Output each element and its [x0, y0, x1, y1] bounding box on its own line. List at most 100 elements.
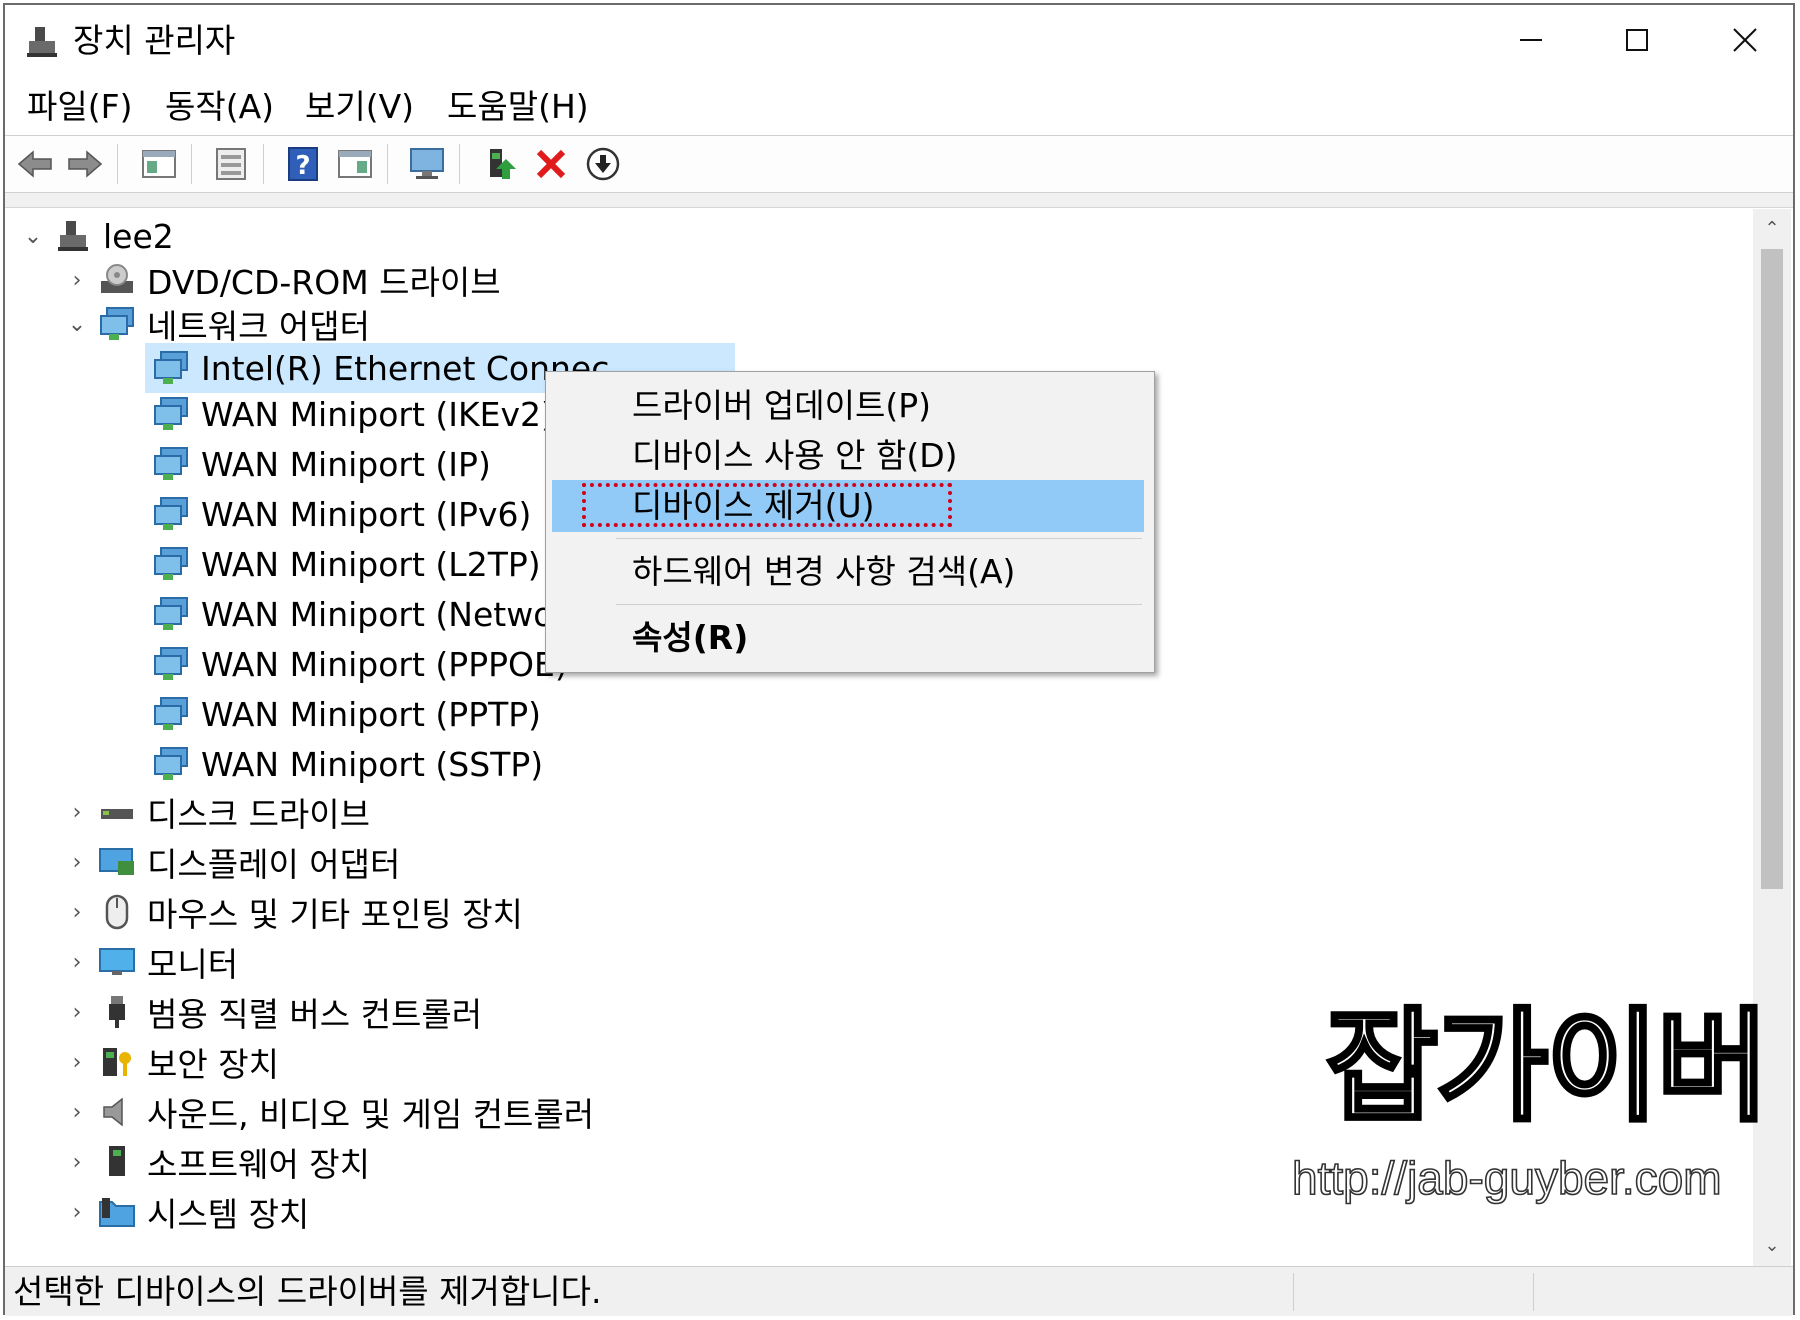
chevron-down-icon[interactable]: ⌄ — [19, 224, 47, 249]
security-key-icon — [97, 1042, 137, 1082]
tree-item-label: WAN Miniport (IKEv2) — [201, 394, 554, 434]
disk-drive-icon — [97, 792, 137, 832]
status-text: 선택한 디바이스의 드라이버를 제거합니다. — [13, 1272, 602, 1311]
tree-item-software-devices[interactable]: › 소프트웨어 장치 — [63, 1137, 370, 1187]
chevron-right-icon[interactable]: › — [63, 1200, 91, 1225]
scroll-down-arrow-icon[interactable]: ⌄ — [1753, 1226, 1791, 1266]
tree-item-wan-l2tp[interactable]: WAN Miniport (L2TP) — [145, 539, 541, 589]
tree-item-security-devices[interactable]: › 보안 장치 — [63, 1037, 279, 1087]
tree-item-label: 네트워크 어댑터 — [147, 307, 371, 346]
network-adapter-icon — [151, 494, 191, 534]
network-adapter-icon — [151, 594, 191, 634]
tree-item-wan-ip[interactable]: WAN Miniport (IP) — [145, 439, 491, 489]
menu-help[interactable]: 도움말(H) — [447, 85, 589, 129]
watermark-url: http://jab-guyber.com — [1291, 1151, 1722, 1205]
chevron-right-icon[interactable]: › — [63, 800, 91, 825]
menu-uninstall-device[interactable]: 디바이스 제거(U) — [552, 480, 1144, 532]
usb-icon — [97, 992, 137, 1032]
menu-view[interactable]: 보기(V) — [305, 85, 414, 129]
tree-item-dvd[interactable]: › DVD/CD-ROM 드라이브 — [63, 255, 501, 305]
tree-item-label: WAN Miniport (PPTP) — [201, 694, 542, 734]
chevron-right-icon[interactable]: › — [63, 1050, 91, 1075]
computer-icon — [53, 216, 93, 256]
uninstall-x-icon[interactable] — [531, 144, 571, 184]
speaker-icon — [97, 1092, 137, 1132]
tree-item-display-adapters[interactable]: › 디스플레이 어댑터 — [63, 837, 401, 887]
chevron-down-icon[interactable]: ⌄ — [63, 312, 91, 337]
tree-item-wan-sstp[interactable]: WAN Miniport (SSTP) — [145, 739, 543, 789]
tree-item-label: WAN Miniport (PPPOE) — [201, 644, 568, 684]
tree-item-label: 모니터 — [147, 945, 239, 984]
software-device-icon — [97, 1142, 137, 1182]
network-adapter-icon — [151, 348, 191, 388]
scroll-up-arrow-icon[interactable]: ⌃ — [1753, 209, 1791, 249]
chevron-right-icon[interactable]: › — [63, 268, 91, 293]
tree-item-wan-ikev2[interactable]: WAN Miniport (IKEv2) — [145, 389, 554, 439]
tree-root[interactable]: ⌄ lee2 — [19, 211, 174, 261]
chevron-right-icon[interactable]: › — [63, 1150, 91, 1175]
menu-file[interactable]: 파일(F) — [27, 85, 132, 129]
show-hide-console-tree-icon[interactable] — [139, 144, 179, 184]
tree-item-network-adapters[interactable]: ⌄ 네트워크 어댑터 — [63, 299, 370, 349]
status-separator — [1533, 1273, 1534, 1311]
window-title: 장치 관리자 — [73, 21, 236, 60]
tree-item-label: 시스템 장치 — [147, 1195, 310, 1234]
tree-item-label: 소프트웨어 장치 — [147, 1145, 371, 1184]
toolbar: ? — [5, 135, 1793, 193]
network-adapter-icon — [151, 694, 191, 734]
maximize-button[interactable] — [1611, 19, 1663, 65]
network-adapter-icon — [151, 644, 191, 684]
update-driver-icon[interactable] — [481, 144, 521, 184]
menu-update-driver[interactable]: 드라이버 업데이트(P) — [552, 380, 1144, 432]
forward-arrow-icon[interactable] — [65, 144, 105, 184]
minimize-button[interactable] — [1505, 19, 1557, 65]
dvd-drive-icon — [97, 260, 137, 300]
close-button[interactable] — [1719, 19, 1771, 65]
tree-item-label: 사운드, 비디오 및 게임 컨트롤러 — [147, 1095, 595, 1134]
chevron-right-icon[interactable]: › — [63, 900, 91, 925]
monitor-scan-icon[interactable] — [407, 144, 447, 184]
toolbar-separator — [191, 144, 192, 184]
menu-bar: 파일(F) 동작(A) 보기(V) 도움말(H) — [5, 77, 1793, 135]
download-driver-icon[interactable] — [583, 144, 623, 184]
toolbar-separator — [117, 144, 118, 184]
svg-text:?: ? — [295, 151, 310, 181]
menu-disable-device[interactable]: 디바이스 사용 안 함(D) — [552, 430, 1144, 482]
action-pane-icon[interactable] — [335, 144, 375, 184]
tree-item-label: 디스크 드라이브 — [147, 795, 371, 834]
highlight-dotted-box — [582, 483, 952, 527]
tree-item-sound[interactable]: › 사운드, 비디오 및 게임 컨트롤러 — [63, 1087, 595, 1137]
tree-item-mice[interactable]: › 마우스 및 기타 포인팅 장치 — [63, 887, 523, 937]
scrollbar-thumb[interactable] — [1761, 249, 1783, 889]
mouse-icon — [97, 892, 137, 932]
menu-properties[interactable]: 속성(R) — [552, 612, 1144, 664]
tree-item-usb-controllers[interactable]: › 범용 직렬 버스 컨트롤러 — [63, 987, 482, 1037]
network-adapter-icon — [151, 394, 191, 434]
network-adapter-icon — [151, 444, 191, 484]
back-arrow-icon[interactable] — [15, 144, 55, 184]
tree-item-wan-pptp[interactable]: WAN Miniport (PPTP) — [145, 689, 541, 739]
tree-item-monitors[interactable]: › 모니터 — [63, 937, 239, 987]
toolbar-separator — [459, 144, 460, 184]
network-adapter-icon — [151, 544, 191, 584]
menu-action[interactable]: 동작(A) — [165, 85, 274, 129]
chevron-right-icon[interactable]: › — [63, 1100, 91, 1125]
help-icon[interactable]: ? — [283, 144, 323, 184]
watermark-title: 잡가이버 — [1324, 996, 1771, 1138]
chevron-right-icon[interactable]: › — [63, 950, 91, 975]
chevron-right-icon[interactable]: › — [63, 850, 91, 875]
toolbar-separator — [263, 144, 264, 184]
tree-item-label: DVD/CD-ROM 드라이브 — [147, 263, 501, 302]
tree-item-system-devices[interactable]: › 시스템 장치 — [63, 1187, 310, 1237]
properties-icon[interactable] — [211, 144, 251, 184]
toolbar-gutter — [5, 193, 1793, 208]
tree-item-disk-drives[interactable]: › 디스크 드라이브 — [63, 787, 370, 837]
tree-item-label: 마우스 및 기타 포인팅 장치 — [147, 895, 523, 934]
tree-item-wan-ipv6[interactable]: WAN Miniport (IPv6) — [145, 489, 531, 539]
tree-item-wan-network[interactable]: WAN Miniport (Network — [145, 589, 586, 639]
menu-scan-hardware[interactable]: 하드웨어 변경 사항 검색(A) — [552, 546, 1144, 598]
tree-item-wan-pppoe[interactable]: WAN Miniport (PPPOE) — [145, 639, 568, 689]
chevron-right-icon[interactable]: › — [63, 1000, 91, 1025]
menu-separator — [616, 604, 1142, 605]
tree-item-label: 보안 장치 — [147, 1045, 279, 1084]
